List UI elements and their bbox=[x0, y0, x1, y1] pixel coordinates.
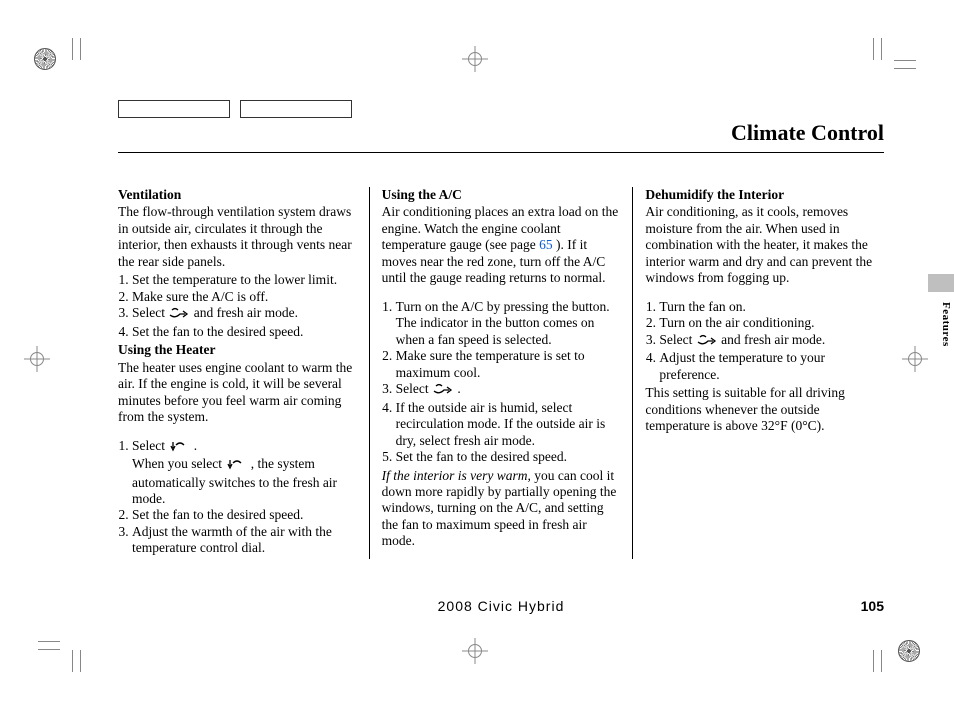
dehumidify-tail-paragraph: This setting is suitable for all driving… bbox=[645, 385, 884, 434]
list-item: If the outside air is humid, select reci… bbox=[396, 400, 621, 449]
ac-tip-paragraph: If the interior is very warm, you can co… bbox=[382, 468, 621, 550]
section-side-tab: Features bbox=[928, 274, 954, 358]
list-item: Turn the fan on. bbox=[659, 299, 884, 315]
page-title: Climate Control bbox=[731, 120, 884, 146]
vent-bilevel-icon bbox=[432, 383, 454, 399]
list-item: Select . bbox=[396, 381, 621, 399]
list-item: Turn on the air conditioning. bbox=[659, 315, 884, 331]
list-item: Select and fresh air mode. bbox=[132, 305, 357, 323]
section-side-tab-label: Features bbox=[940, 302, 952, 347]
ventilation-paragraph: The flow-through ventilation system draw… bbox=[118, 204, 357, 270]
column-2: Using the A/C Air conditioning places an… bbox=[369, 187, 633, 559]
page-footer: 2008 Civic Hybrid bbox=[118, 598, 884, 614]
list-item: Make sure the temperature is set to maxi… bbox=[396, 348, 621, 381]
page-reference-link[interactable]: 65 bbox=[539, 237, 553, 252]
ac-paragraph: Air conditioning places an extra load on… bbox=[382, 204, 621, 286]
dehumidify-steps: Turn the fan on. Turn on the air conditi… bbox=[645, 299, 884, 383]
column-3: Dehumidify the Interior Air conditioning… bbox=[632, 187, 884, 559]
ventilation-steps: Set the temperature to the lower limit. … bbox=[118, 272, 357, 340]
page-body: Climate Control Ventilation The flow-thr… bbox=[118, 120, 884, 620]
vent-bilevel-icon bbox=[696, 334, 718, 350]
list-item: Adjust the warmth of the air with the te… bbox=[132, 524, 357, 557]
ventilation-heading: Ventilation bbox=[118, 187, 357, 203]
list-item: Adjust the temperature to your preferenc… bbox=[659, 350, 884, 383]
list-item: Set the fan to the desired speed. bbox=[132, 324, 357, 340]
heater-steps: Select . When you select , the system au… bbox=[118, 438, 357, 557]
content-columns: Ventilation The flow-through ventilation… bbox=[118, 187, 884, 559]
list-item: Set the temperature to the lower limit. bbox=[132, 272, 357, 288]
list-item: Turn on the A/C by pressing the button. … bbox=[396, 299, 621, 348]
heat-floor-icon bbox=[225, 458, 247, 474]
page-number: 105 bbox=[861, 598, 884, 614]
list-item: Make sure the A/C is off. bbox=[132, 289, 357, 305]
list-item: Select and fresh air mode. bbox=[659, 332, 884, 350]
footer-vehicle-label: 2008 Civic Hybrid bbox=[438, 598, 565, 614]
header-outline-box-1 bbox=[118, 100, 230, 118]
vent-bilevel-icon bbox=[168, 307, 190, 323]
list-item: Set the fan to the desired speed. bbox=[396, 449, 621, 465]
heater-heading: Using the Heater bbox=[118, 342, 357, 358]
ac-steps: Turn on the A/C by pressing the button. … bbox=[382, 299, 621, 466]
list-item: Set the fan to the desired speed. bbox=[132, 507, 357, 523]
list-item: Select . When you select , the system au… bbox=[132, 438, 357, 508]
dehumidify-paragraph: Air conditioning, as it cools, removes m… bbox=[645, 204, 884, 286]
dehumidify-heading: Dehumidify the Interior bbox=[645, 187, 884, 203]
heat-floor-icon bbox=[168, 440, 190, 456]
column-1: Ventilation The flow-through ventilation… bbox=[118, 187, 369, 559]
heater-paragraph: The heater uses engine coolant to warm t… bbox=[118, 360, 357, 426]
page-header: Climate Control bbox=[118, 120, 884, 153]
ac-heading: Using the A/C bbox=[382, 187, 621, 203]
header-outline-box-2 bbox=[240, 100, 352, 118]
